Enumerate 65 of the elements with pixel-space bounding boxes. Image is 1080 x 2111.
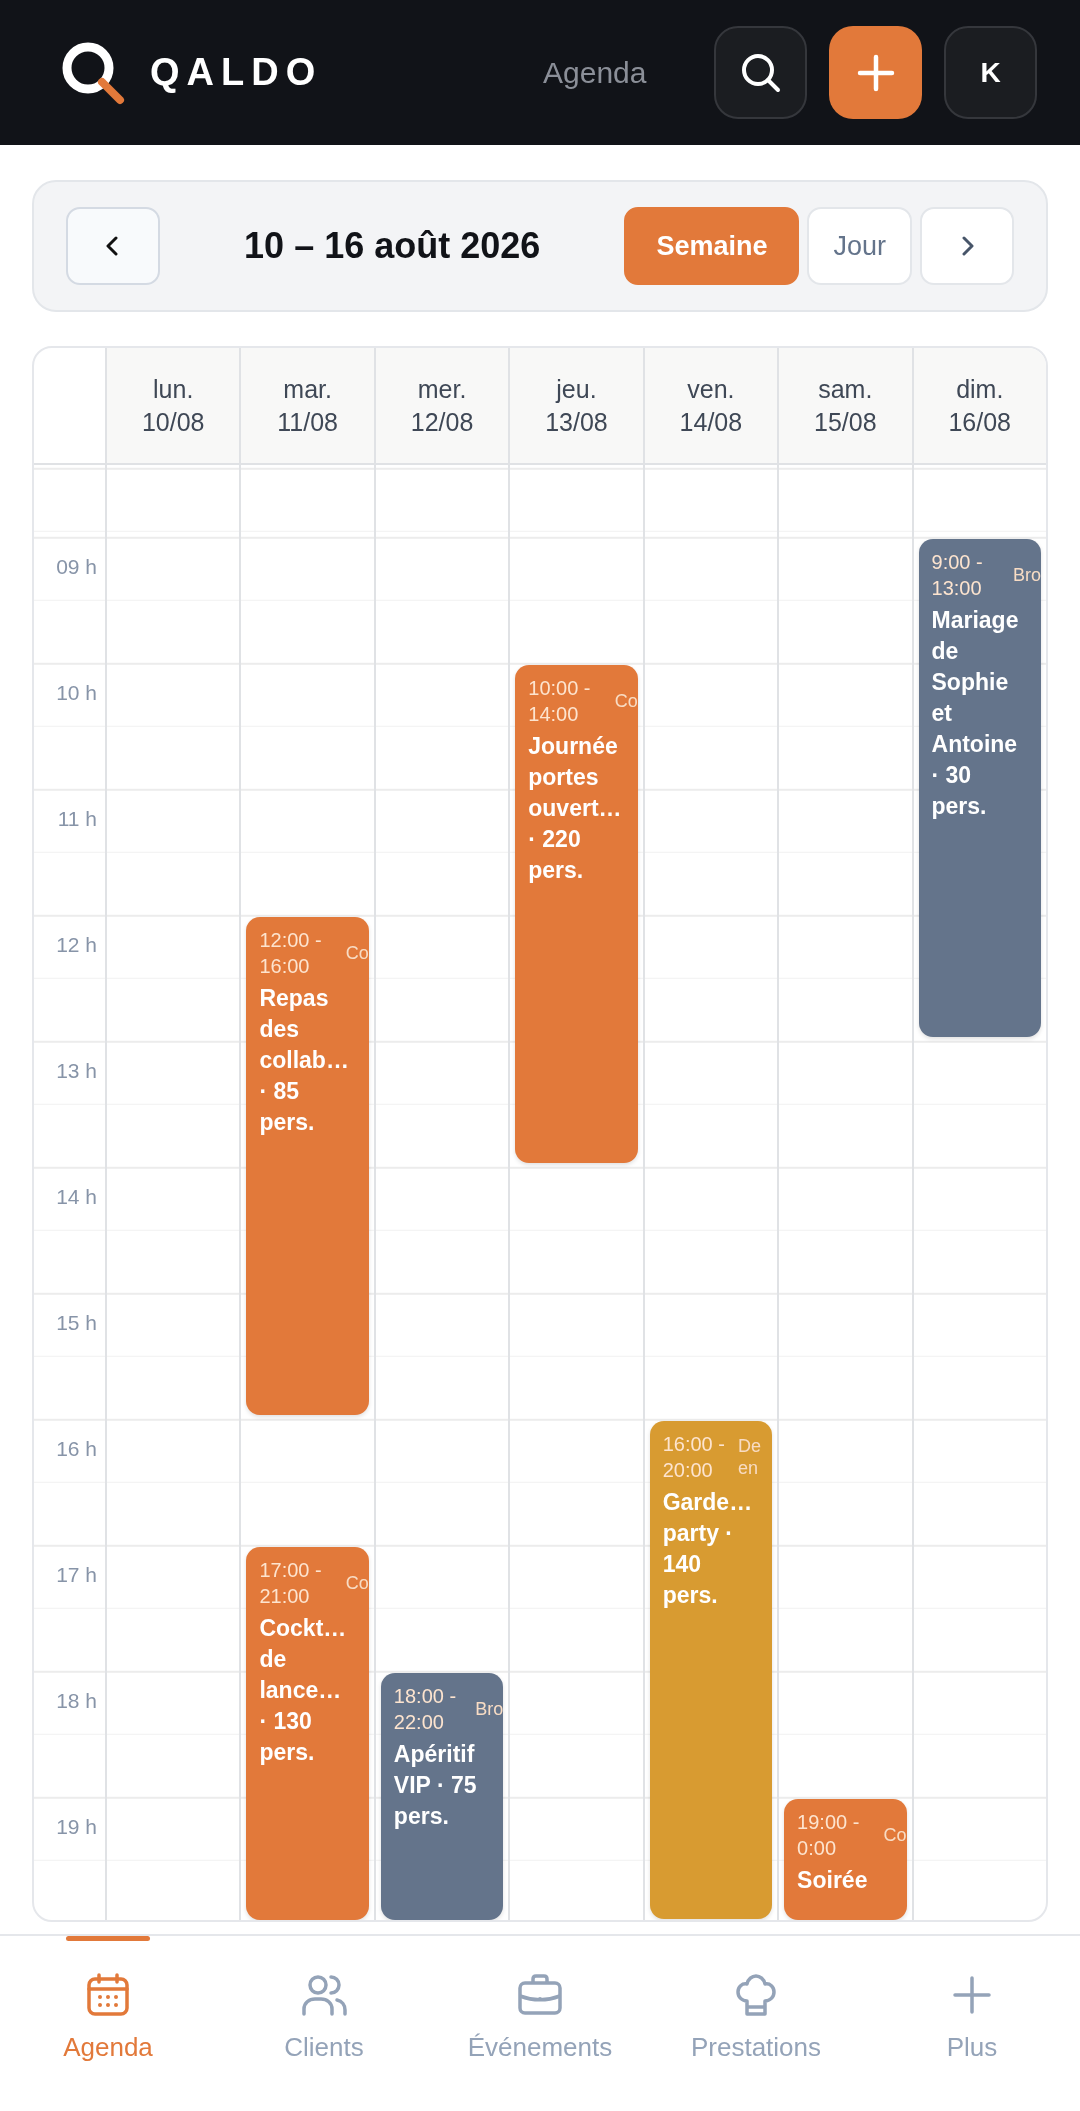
event-tag: Co [614, 689, 638, 712]
hour-label: 09 h [56, 554, 97, 578]
event-tag: Bro [475, 1697, 504, 1720]
hour-label: 18 h [56, 1688, 97, 1712]
hour-label: 15 h [56, 1310, 97, 1334]
event-tag: Co [345, 941, 369, 964]
view-tab[interactable]: Jour [807, 207, 912, 285]
hour-label: 10 h [56, 680, 97, 704]
add-button[interactable] [829, 26, 922, 119]
event-title: Repas des collab… · 85 pers. [259, 983, 350, 1137]
nav-item[interactable]: Prestations [648, 1936, 864, 2111]
event-tag: Co [345, 1571, 369, 1594]
event-title: Soirée [797, 1865, 869, 1895]
hour-label: 19 h [56, 1814, 97, 1838]
day-name: mar. [283, 374, 332, 404]
event-card[interactable]: 19:00 - 0:00 Co Soirée [784, 1798, 907, 1920]
nav-item[interactable]: Clients [216, 1936, 432, 2111]
day-name: sam. [818, 374, 873, 404]
event-time: 18:00 - 22:00 [393, 1683, 458, 1735]
event-time: 10:00 - 14:00 [528, 675, 592, 727]
search-button[interactable] [714, 26, 807, 119]
day-date: 16/08 [948, 407, 1011, 437]
event-time: 19:00 - 0:00 [797, 1809, 861, 1861]
view-tab[interactable]: Semaine [624, 207, 800, 285]
hour-label: 13 h [56, 1058, 97, 1082]
day-name: ven. [687, 374, 735, 404]
day-date: 15/08 [814, 407, 877, 437]
day-name: mer. [417, 374, 467, 404]
day-name: jeu. [556, 374, 597, 404]
day-date: 10/08 [141, 407, 205, 437]
event-tag: De en [738, 1434, 773, 1479]
day-date: 13/08 [545, 407, 608, 437]
event-card[interactable]: 12:00 - 16:00 Co Repas des collab… · 85 pers. [246, 916, 369, 1415]
hour-label: 12 h [56, 932, 97, 956]
hour-label: 14 h [56, 1184, 97, 1208]
hour-label: 16 h [56, 1436, 97, 1460]
date-range: 10 – 16 août 2026 [243, 225, 542, 267]
page-title: Agenda [543, 55, 648, 90]
event-card[interactable]: 10:00 - 14:00 Co Journée portes ouvert… · 220 pers. [515, 664, 638, 1163]
event-title: Mariage de Sophie et Antoine · 30 pers. [931, 605, 1020, 821]
event-title: Apéritif VIP · 75 pers. [393, 1739, 478, 1831]
event-tag: Co [883, 1823, 907, 1846]
event-card[interactable]: 9:00 - 13:00 Bro Mariage de Sophie et Antoine · 30 pers. [918, 538, 1041, 1037]
event-card[interactable]: 17:00 - 21:00 Co Cockt… de lance… · 130 pers. [246, 1546, 369, 1920]
event-time: 12:00 - 16:00 [259, 927, 323, 979]
day-name: dim. [956, 374, 1004, 404]
event-title: Cockt… de lance… · 130 pers. [259, 1613, 348, 1767]
hour-label: 11 h [57, 806, 97, 830]
nav-item[interactable]: Plus [864, 1936, 1080, 2111]
day-date: 12/08 [410, 407, 474, 437]
hour-label: 17 h [56, 1562, 97, 1586]
day-name: lun. [153, 374, 194, 404]
event-time: 17:00 - 21:00 [259, 1557, 323, 1609]
avatar-button[interactable]: K [944, 26, 1037, 119]
day-date: 14/08 [679, 407, 743, 437]
brand-name: QALDO [150, 51, 323, 94]
day-date: 11/08 [277, 407, 338, 437]
event-card[interactable]: 16:00 - 20:00 De en Garde… party · 140 pers. [649, 1420, 773, 1919]
event-tag: Bro [1012, 563, 1041, 586]
event-time: 9:00 - 13:00 [931, 549, 984, 601]
nav-item[interactable]: Événements [432, 1936, 648, 2111]
nav-item[interactable]: Agenda [0, 1936, 216, 2111]
event-title: Garde… party · 140 pers. [662, 1487, 754, 1610]
event-title: Journée portes ouvert… · 220 pers. [528, 731, 623, 885]
event-time: 16:00 - 20:00 [662, 1431, 726, 1483]
